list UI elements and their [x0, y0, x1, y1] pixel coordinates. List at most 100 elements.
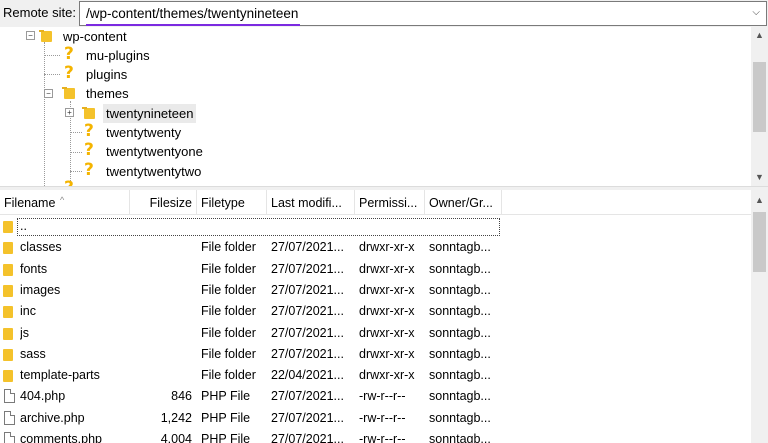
- remote-directory-tree[interactable]: − wp-content ? mu-plugins ? plugins − th…: [0, 27, 768, 186]
- file-size: 4,004: [160, 432, 192, 443]
- folder-icon: [3, 327, 13, 340]
- file-list-scrollbar[interactable]: ▲: [751, 190, 768, 443]
- file-owner-group: sonntagb...: [429, 368, 491, 383]
- scroll-up-icon[interactable]: ▲: [751, 27, 768, 44]
- file-owner-group: sonntagb...: [429, 325, 491, 340]
- file-icon: [4, 389, 15, 404]
- file-size: [130, 344, 192, 365]
- collapse-toggle[interactable]: −: [26, 31, 35, 40]
- file-row[interactable]: sass File folder 27/07/2021... drwxr-xr-x so…: [0, 344, 751, 365]
- column-header-permissions[interactable]: Permissi...: [355, 190, 425, 215]
- question-icon: ?: [84, 160, 94, 180]
- file-owner-group: sonntagb...: [429, 304, 491, 319]
- tree-connector: [44, 55, 60, 56]
- column-header-filetype[interactable]: Filetype: [197, 190, 267, 215]
- tree-item-plugins[interactable]: ? plugins: [63, 63, 263, 84]
- file-last-modified: [271, 216, 355, 237]
- file-name: classes: [20, 240, 62, 255]
- file-owner-group: sonntagb...: [429, 346, 491, 361]
- question-icon: ?: [64, 63, 74, 83]
- file-last-modified: 27/07/2021...: [271, 282, 344, 297]
- file-permissions: drwxr-xr-x: [359, 368, 415, 383]
- file-row[interactable]: 404.php 846 PHP File 27/07/2021... -rw-r--r-…: [0, 386, 751, 407]
- file-last-modified: 27/07/2021...: [271, 432, 344, 443]
- tree-scrollbar[interactable]: ▲ ▼: [751, 27, 768, 186]
- file-row[interactable]: images File folder 27/07/2021... drwxr-xr-x…: [0, 280, 751, 301]
- file-icon: [4, 432, 15, 443]
- path-highlight-underline: [86, 24, 300, 26]
- file-size: [130, 323, 192, 344]
- file-owner-group: sonntagb...: [429, 240, 491, 255]
- file-last-modified: 27/07/2021...: [271, 240, 344, 255]
- scroll-up-icon[interactable]: ▲: [751, 192, 768, 209]
- scroll-down-icon[interactable]: ▼: [751, 169, 768, 186]
- remote-site-path-combobox[interactable]: /wp-content/themes/twentynineteen ⌵: [79, 1, 767, 26]
- remote-site-path-value[interactable]: /wp-content/themes/twentynineteen: [86, 6, 298, 21]
- file-permissions: -rw-r--r--: [359, 410, 406, 425]
- file-last-modified: 27/07/2021...: [271, 410, 344, 425]
- file-size: [130, 365, 192, 386]
- folder-icon: [3, 263, 13, 276]
- folder-open-icon: [62, 84, 77, 103]
- file-type: File folder: [201, 304, 256, 319]
- file-permissions: [359, 216, 427, 237]
- file-row[interactable]: fonts File folder 27/07/2021... drwxr-xr-x s…: [0, 259, 751, 280]
- file-size: 846: [171, 389, 192, 404]
- file-permissions: drwxr-xr-x: [359, 282, 415, 297]
- file-owner-group: sonntagb...: [429, 282, 491, 297]
- column-header-last-modified[interactable]: Last modifi...: [267, 190, 355, 215]
- tree-item-mu-plugins[interactable]: ? mu-plugins: [63, 45, 263, 65]
- file-type: [201, 216, 267, 237]
- file-row[interactable]: template-parts File folder 22/04/2021... dr…: [0, 365, 751, 386]
- sort-ascending-icon: ^: [60, 195, 65, 205]
- file-name: images: [20, 282, 61, 297]
- file-size: [130, 237, 192, 258]
- tree-item-label: twentynineteen: [103, 104, 197, 123]
- file-row[interactable]: classes File folder 27/07/2021... drwxr-xr-…: [0, 237, 751, 258]
- tree-connector: [44, 42, 45, 186]
- file-last-modified: 22/04/2021...: [271, 368, 344, 383]
- file-size: 1,242: [160, 410, 192, 425]
- scrollbar-thumb[interactable]: [753, 212, 766, 272]
- collapse-toggle[interactable]: −: [44, 89, 53, 98]
- tree-item-label: plugins: [86, 67, 128, 82]
- file-type: PHP File: [201, 389, 251, 404]
- file-permissions: drwxr-xr-x: [359, 325, 415, 340]
- tree-item-twentytwentyone[interactable]: ? twentytwentyone: [83, 140, 283, 161]
- tree-connector: [70, 171, 82, 172]
- file-name: inc: [20, 304, 36, 319]
- file-list-header: Filename ^ Filesize Filetype Last modifi…: [0, 190, 751, 215]
- file-row[interactable]: archive.php 1,242 PHP File 27/07/2021... -rw…: [0, 408, 751, 429]
- file-type: File folder: [201, 261, 256, 276]
- file-icon: [4, 410, 15, 425]
- question-icon: ?: [84, 140, 94, 160]
- chevron-down-icon[interactable]: ⌵: [752, 7, 760, 18]
- column-header-owner-group[interactable]: Owner/Gr...: [425, 190, 502, 215]
- file-last-modified: 27/07/2021...: [271, 304, 344, 319]
- file-row[interactable]: comments.php 4,004 PHP File 27/07/2021... -r…: [0, 429, 751, 443]
- scrollbar-thumb[interactable]: [753, 62, 766, 132]
- file-permissions: drwxr-xr-x: [359, 261, 415, 276]
- remote-site-label: Remote site:: [3, 5, 76, 20]
- file-size: [130, 280, 192, 301]
- column-header-filename[interactable]: Filename ^: [0, 190, 130, 215]
- file-type: File folder: [201, 346, 256, 361]
- file-size: [130, 259, 192, 280]
- file-row[interactable]: js File folder 27/07/2021... drwxr-xr-x sonn…: [0, 323, 751, 344]
- file-row[interactable]: inc File folder 27/07/2021... drwxr-xr-x son…: [0, 301, 751, 322]
- file-owner-group: sonntagb...: [429, 410, 491, 425]
- file-type: File folder: [201, 368, 256, 383]
- tree-item-twentytwentytwo[interactable]: ? twentytwentytwo: [83, 160, 283, 181]
- remote-file-list[interactable]: Filename ^ Filesize Filetype Last modifi…: [0, 190, 768, 443]
- expand-toggle[interactable]: +: [65, 108, 74, 117]
- file-permissions: -rw-r--r--: [359, 389, 406, 404]
- file-last-modified: 27/07/2021...: [271, 325, 344, 340]
- column-header-filesize[interactable]: Filesize: [130, 190, 197, 215]
- file-permissions: drwxr-xr-x: [359, 346, 415, 361]
- folder-icon: [3, 221, 13, 233]
- file-last-modified: 27/07/2021...: [271, 261, 344, 276]
- tree-item-twentytwenty[interactable]: ? twentytwenty: [83, 122, 283, 142]
- parent-directory-row[interactable]: ..: [0, 216, 751, 237]
- tree-item-themes[interactable]: themes: [62, 84, 263, 103]
- tree-item-twentynineteen[interactable]: twentynineteen: [82, 104, 283, 123]
